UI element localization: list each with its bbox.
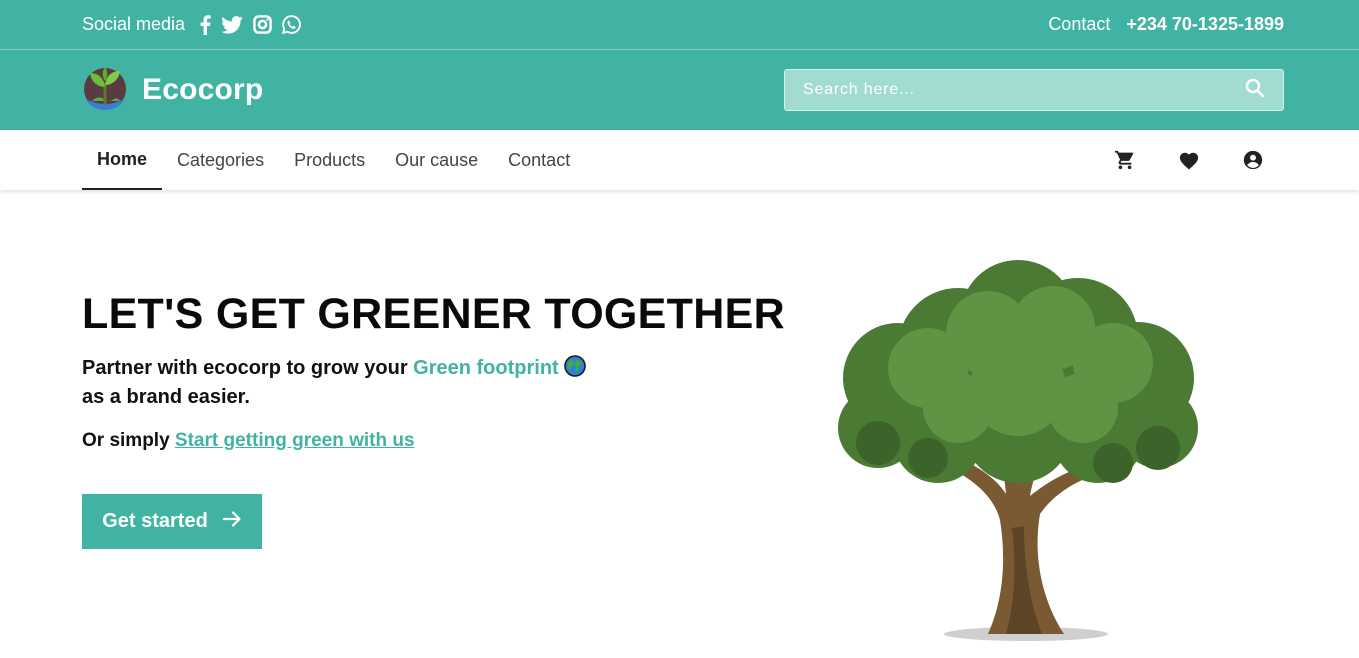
green-footprint-text: Green footprint (413, 357, 559, 379)
social-media-label: Social media (82, 14, 186, 34)
contact-info: Contact +234 70-1325-1899 (1048, 14, 1284, 35)
search-input[interactable] (803, 81, 1203, 99)
instagram-icon[interactable] (253, 15, 272, 34)
tree-illustration (818, 258, 1218, 649)
facebook-icon[interactable] (199, 14, 211, 35)
search-box (784, 69, 1284, 111)
heart-icon[interactable] (1178, 150, 1200, 170)
twitter-icon[interactable] (221, 15, 243, 34)
main-nav: Home Categories Products Our cause Conta… (0, 130, 1359, 190)
account-icon[interactable] (1242, 149, 1264, 171)
hero-text: LET'S GET GREENER TOGETHER Partner with … (82, 290, 785, 549)
brand[interactable]: Ecocorp (82, 65, 263, 116)
search-icon[interactable] (1245, 78, 1265, 103)
cart-icon[interactable] (1114, 149, 1136, 171)
nav-item-our-cause[interactable]: Our cause (380, 130, 493, 190)
hero-section: LET'S GET GREENER TOGETHER Partner with … (0, 190, 1359, 658)
nav-icons (1114, 130, 1284, 190)
globe-icon (564, 355, 587, 384)
whatsapp-icon[interactable] (282, 15, 301, 34)
hero-title: LET'S GET GREENER TOGETHER (82, 290, 785, 338)
hero-subtitle-suffix: as a brand easier. (82, 386, 250, 408)
brand-bar: Ecocorp (0, 50, 1359, 130)
nav-item-products[interactable]: Products (279, 130, 380, 190)
nav-links: Home Categories Products Our cause Conta… (82, 130, 585, 190)
start-getting-green-link[interactable]: Start getting green with us (175, 430, 415, 451)
nav-item-contact[interactable]: Contact (493, 130, 585, 190)
contact-label: Contact (1048, 14, 1111, 34)
arrow-right-icon (222, 510, 242, 534)
plant-globe-logo (82, 65, 128, 116)
nav-item-categories[interactable]: Categories (162, 130, 279, 190)
social-media: Social media (82, 14, 301, 35)
or-simply-text: Or simply (82, 430, 175, 451)
get-started-label: Get started (102, 510, 208, 532)
nav-item-home[interactable]: Home (82, 130, 163, 190)
hero-cta-text: Or simply Start getting green with us (82, 430, 785, 452)
hero-subtitle: Partner with ecocorp to grow your Green … (82, 355, 682, 410)
top-bar: Social media Contact +234 70-1325-1899 (0, 0, 1359, 50)
get-started-button[interactable]: Get started (82, 494, 262, 549)
phone-number[interactable]: +234 70-1325-1899 (1126, 14, 1284, 35)
brand-name: Ecocorp (142, 73, 264, 106)
social-icons (199, 14, 301, 35)
hero-subtitle-prefix: Partner with ecocorp to grow your (82, 357, 414, 379)
